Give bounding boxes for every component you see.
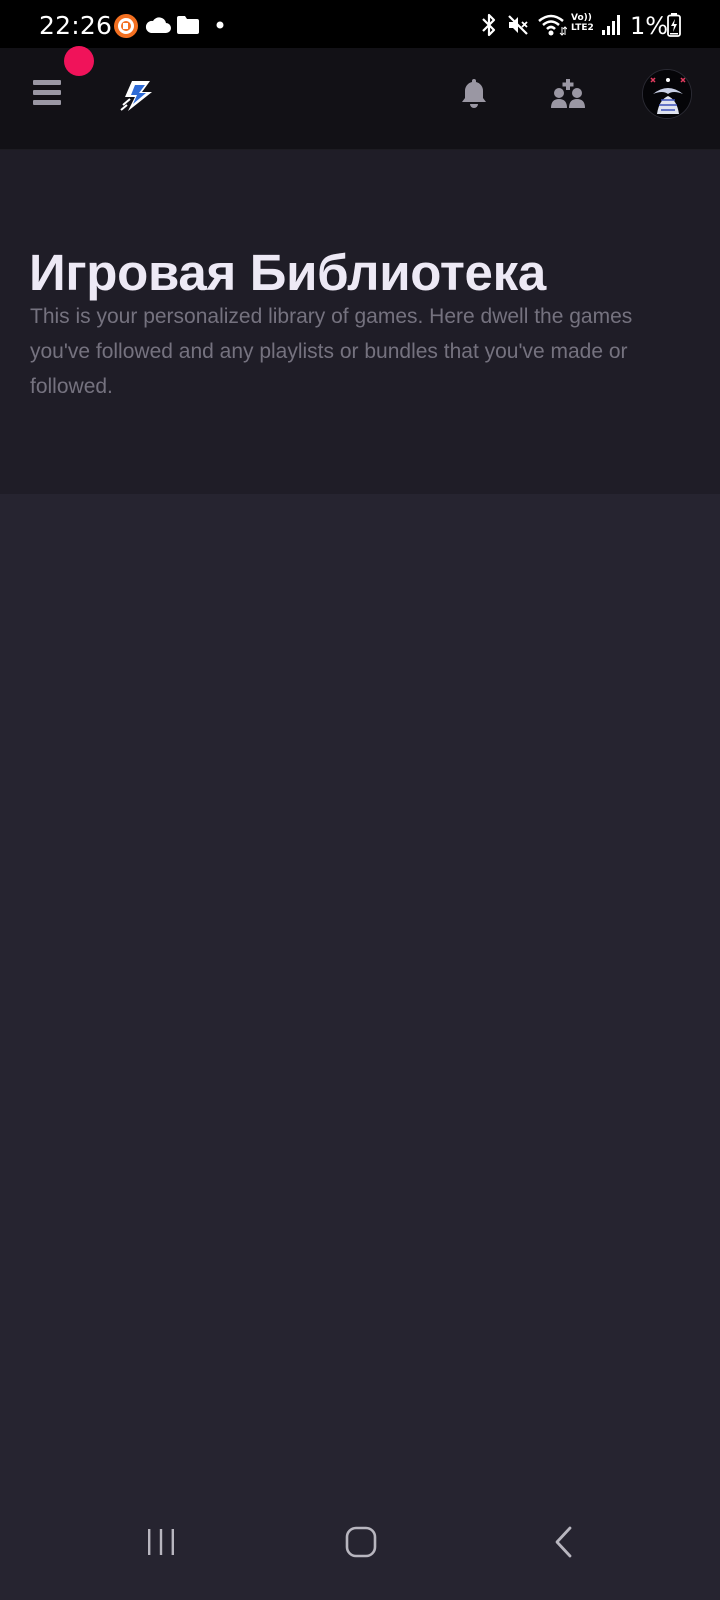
add-friend-icon[interactable] — [551, 79, 585, 109]
recent-apps-icon[interactable] — [146, 1527, 176, 1557]
screen-recorder-icon — [114, 14, 138, 38]
library-hero: Игровая Библиотека This is your personal… — [0, 150, 720, 494]
bluetooth-icon — [482, 13, 496, 37]
home-icon[interactable] — [344, 1525, 378, 1559]
status-time: 22:26 — [39, 11, 113, 40]
page-description: This is your personalized library of gam… — [30, 305, 633, 398]
wifi-icon — [538, 14, 567, 36]
library-content — [0, 494, 720, 1512]
signal-icon — [602, 15, 620, 35]
avatar-image — [643, 70, 691, 118]
lightning-logo-icon[interactable] — [120, 79, 154, 113]
back-icon[interactable] — [553, 1525, 575, 1559]
avatar[interactable] — [642, 69, 692, 119]
battery-percent: 1% — [630, 12, 669, 40]
cloud-icon — [145, 17, 171, 33]
menu-icon[interactable] — [33, 80, 61, 106]
page-title: Игровая Библиотека — [29, 244, 546, 301]
network-type: Vo)) LTE2 — [571, 13, 594, 33]
network-label-top: Vo)) — [571, 13, 592, 23]
notification-dot — [64, 46, 94, 76]
battery-charging-icon — [667, 13, 681, 37]
dot-icon — [216, 21, 224, 29]
folder-icon — [177, 16, 199, 34]
app-header — [0, 48, 720, 150]
system-nav-bar — [0, 1512, 720, 1600]
mute-icon — [508, 15, 528, 35]
bell-icon[interactable] — [461, 78, 487, 108]
status-bar: 22:26 Vo)) LTE2 1% — [0, 0, 720, 48]
network-label-bottom: LTE2 — [571, 23, 594, 33]
